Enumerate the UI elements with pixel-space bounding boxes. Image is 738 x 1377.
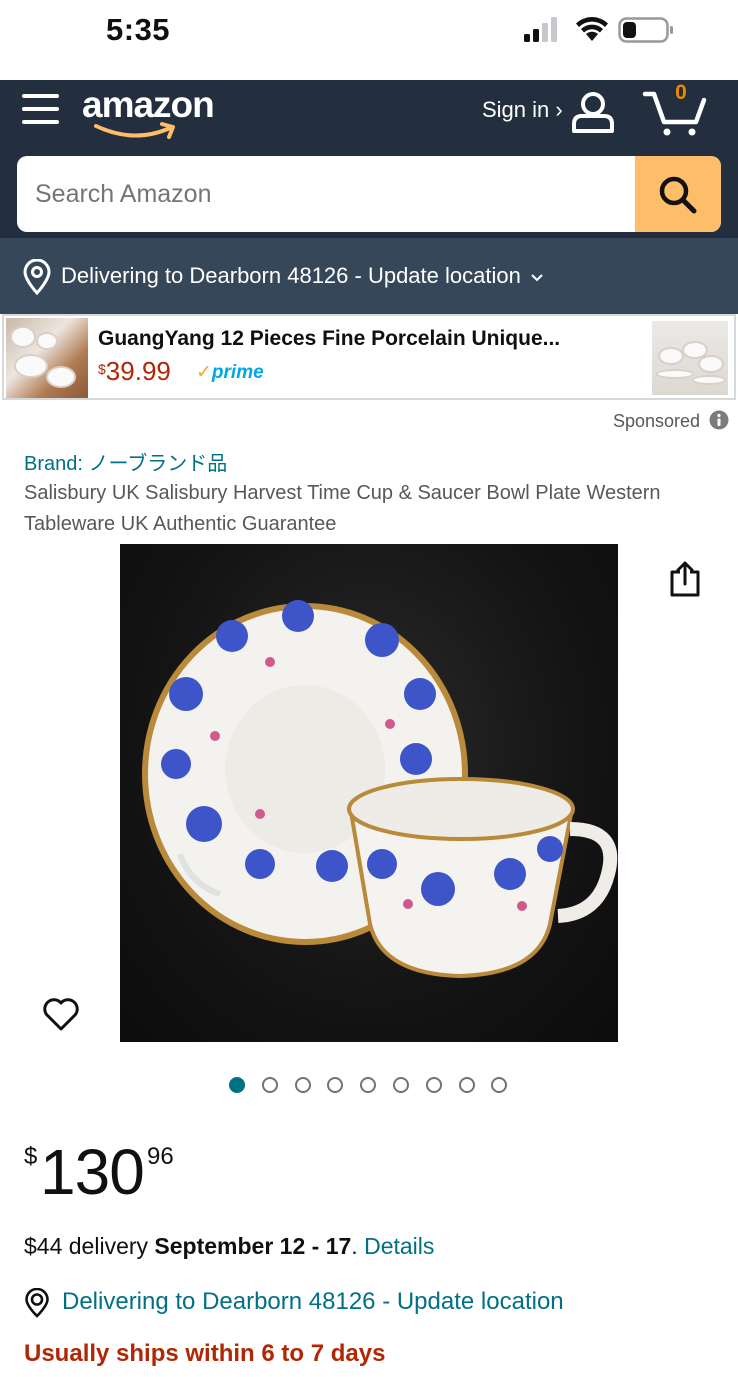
sponsored-label: Sponsored xyxy=(613,411,701,431)
brand-link[interactable]: Brand: ノーブランド品 xyxy=(24,447,227,476)
location-pin-icon xyxy=(23,259,51,295)
price-symbol: $ xyxy=(24,1143,38,1170)
delivery-dates: September 12 - 17 xyxy=(154,1233,352,1259)
battery-icon xyxy=(618,17,673,43)
info-icon[interactable] xyxy=(709,410,729,430)
search-button[interactable] xyxy=(635,156,721,232)
delivery-details-link[interactable]: Details xyxy=(364,1233,434,1259)
cart-count-badge: 0 xyxy=(675,81,687,104)
menu-icon[interactable] xyxy=(22,92,60,126)
carousel-dot[interactable] xyxy=(229,1077,245,1093)
sign-in-link[interactable]: Sign in › xyxy=(482,97,563,123)
wifi-icon xyxy=(576,17,608,41)
price-whole: 130 xyxy=(40,1136,145,1208)
carousel-dot[interactable] xyxy=(360,1077,377,1093)
delivery-location-link[interactable]: Delivering to Dearborn 48126 - Update lo… xyxy=(62,1288,564,1316)
carousel-dot[interactable] xyxy=(327,1077,344,1093)
chevron-down-icon xyxy=(531,274,543,282)
share-icon[interactable] xyxy=(668,560,702,598)
shipping-note: Usually ships within 6 to 7 days xyxy=(24,1340,386,1367)
carousel-dot[interactable] xyxy=(261,1077,278,1093)
prime-check-icon: ✓ xyxy=(196,362,212,383)
sponsored-product-thumbnail[interactable] xyxy=(652,321,728,395)
delivery-separator: . xyxy=(351,1233,365,1259)
product-title: Salisbury UK Salisbury Harvest Time Cup … xyxy=(24,482,661,535)
prime-label: prime xyxy=(211,362,264,383)
sponsored-product-title[interactable]: GuangYang 12 Pieces Fine Porcelain Uniqu… xyxy=(98,327,560,351)
delivery-cost: $44 delivery xyxy=(24,1233,155,1259)
search-bar xyxy=(17,156,721,232)
price-value: 39.99 xyxy=(105,356,171,386)
status-bar: 5:35 xyxy=(0,0,738,80)
user-icon[interactable] xyxy=(570,90,616,134)
price-fraction: 96 xyxy=(147,1143,174,1170)
sponsored-product-price: $39.99 xyxy=(98,356,171,387)
delivery-info: $44 delivery September 12 - 17. Details xyxy=(24,1233,434,1260)
amazon-logo[interactable]: amazon xyxy=(82,84,222,140)
status-time: 5:35 xyxy=(106,12,171,47)
cellular-signal-icon xyxy=(524,17,557,42)
carousel-dot[interactable] xyxy=(393,1077,409,1093)
price-symbol: $ xyxy=(98,361,106,377)
search-input[interactable] xyxy=(35,156,635,232)
prime-badge: ✓prime xyxy=(196,361,264,384)
carousel-dot[interactable] xyxy=(294,1077,311,1093)
sponsored-banner[interactable]: GuangYang 12 Pieces Fine Porcelain Uniqu… xyxy=(2,314,736,400)
search-icon xyxy=(659,176,697,214)
carousel-dot[interactable] xyxy=(458,1077,475,1093)
logo-smile-icon xyxy=(94,122,175,139)
carousel-dot[interactable] xyxy=(491,1077,508,1093)
sponsored-product-image xyxy=(6,318,88,398)
product-image[interactable] xyxy=(120,544,618,1042)
location-pin-icon xyxy=(25,1288,49,1318)
heart-icon[interactable] xyxy=(42,996,80,1032)
carousel-dot[interactable] xyxy=(425,1077,442,1093)
delivery-location-text[interactable]: Delivering to Dearborn 48126 - Update lo… xyxy=(61,263,521,289)
teacup-illustration xyxy=(142,600,618,979)
